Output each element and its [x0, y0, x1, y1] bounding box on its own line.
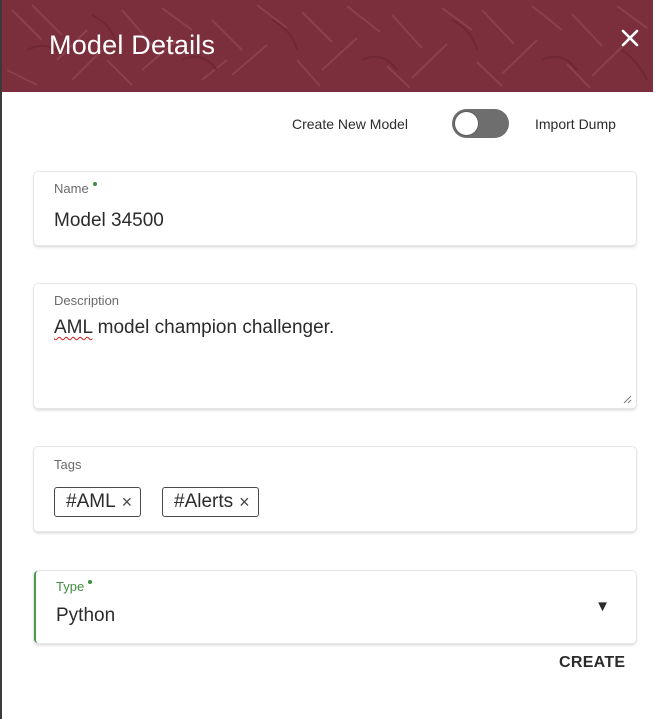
model-details-dialog: Model Details Create New Model Import Du… [0, 0, 653, 719]
dialog-title: Model Details [49, 30, 216, 60]
dialog-header: Model Details [2, 0, 653, 92]
import-dump-label: Import Dump [535, 116, 616, 132]
caret-down-icon[interactable]: ▼ [595, 598, 610, 615]
name-field[interactable]: Name Model 34500 [34, 172, 636, 245]
misspelled-word: AML [54, 317, 93, 338]
type-field[interactable]: Type Python ▼ [34, 571, 636, 643]
mode-toggle-row: Create New Model Import Dump [2, 108, 653, 140]
type-field-label: Type [56, 579, 93, 594]
name-input[interactable]: Model 34500 [54, 210, 164, 232]
close-button[interactable] [616, 24, 644, 52]
type-select-value[interactable]: Python [56, 605, 115, 627]
create-new-model-label: Create New Model [292, 116, 408, 132]
tag-chip-label: #Alerts [174, 491, 234, 512]
description-field-label: Description [54, 293, 120, 308]
toggle-knob [454, 111, 479, 136]
required-indicator [92, 182, 97, 186]
mode-toggle-switch[interactable] [452, 109, 509, 138]
tag-chip-label: #AML [66, 491, 116, 512]
tag-chip-aml: #AML × [54, 487, 142, 517]
description-textarea[interactable]: AML model champion challenger. [54, 317, 334, 339]
tags-field[interactable]: Tags #AML × #Alerts × [34, 447, 636, 531]
create-button[interactable]: CREATE [559, 654, 625, 672]
tag-chip-alerts: #Alerts × [162, 487, 259, 517]
tags-field-label: Tags [54, 457, 82, 472]
name-field-label: Name [54, 181, 97, 196]
close-icon [621, 29, 639, 47]
remove-tag-icon[interactable]: × [122, 493, 133, 511]
resize-handle-icon[interactable] [622, 394, 632, 404]
remove-tag-icon[interactable]: × [239, 493, 250, 511]
required-indicator [88, 580, 93, 584]
description-field[interactable]: Description AML model champion challenge… [34, 284, 636, 408]
